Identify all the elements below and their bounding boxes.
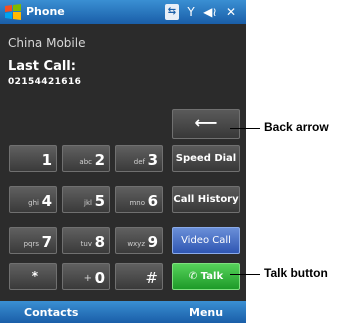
call-history-button[interactable]: Call History — [172, 186, 240, 213]
title-bar: Phone ⇆ Y ◀≀ ✕ — [0, 0, 246, 24]
back-arrow-callout: Back arrow — [264, 120, 329, 134]
back-arrow-icon: ⟵ — [194, 113, 218, 132]
start-logo-icon[interactable] — [4, 3, 22, 21]
key-hash[interactable]: # — [115, 263, 163, 290]
video-call-button[interactable]: Video Call — [172, 227, 240, 254]
call-display: China Mobile Last Call: 02154421616 — [0, 24, 246, 110]
key-3[interactable]: def 3 — [115, 145, 163, 172]
talk-button[interactable]: ✆ Talk — [172, 263, 240, 290]
last-call-label: Last Call: — [8, 59, 76, 74]
back-arrow-callout-line — [230, 128, 260, 129]
backspace-button[interactable]: ⟵ — [172, 109, 240, 139]
last-call-number: 02154421616 — [8, 77, 82, 87]
softkey-contacts[interactable]: Contacts — [24, 306, 78, 319]
key-1[interactable]: 1 — [9, 145, 57, 172]
talk-label: Talk — [200, 271, 224, 282]
key-5[interactable]: jkl 5 — [62, 186, 110, 213]
app-title: Phone — [26, 5, 65, 18]
key-2[interactable]: abc 2 — [62, 145, 110, 172]
softkey-menu[interactable]: Menu — [189, 306, 223, 319]
volume-icon[interactable]: ◀≀ — [202, 4, 218, 20]
softkey-bar: Contacts Menu — [0, 301, 246, 323]
key-0[interactable]: + 0 — [62, 263, 110, 290]
talk-button-callout-line — [230, 274, 260, 275]
signal-icon[interactable]: Y — [185, 4, 197, 20]
key-9[interactable]: wxyz 9 — [115, 227, 163, 254]
key-8[interactable]: tuv 8 — [62, 227, 110, 254]
connectivity-icon[interactable]: ⇆ — [165, 4, 179, 20]
phone-handset-icon: ✆ — [188, 271, 198, 282]
key-star[interactable]: * — [9, 263, 57, 290]
talk-button-callout: Talk button — [264, 266, 328, 280]
speed-dial-button[interactable]: Speed Dial — [172, 145, 240, 172]
phone-screen: Phone ⇆ Y ◀≀ ✕ China Mobile Last Call: 0… — [0, 0, 246, 323]
carrier-name: China Mobile — [8, 36, 86, 50]
key-4[interactable]: ghi 4 — [9, 186, 57, 213]
key-6[interactable]: mno 6 — [115, 186, 163, 213]
close-icon[interactable]: ✕ — [224, 4, 238, 20]
key-7[interactable]: pqrs 7 — [9, 227, 57, 254]
